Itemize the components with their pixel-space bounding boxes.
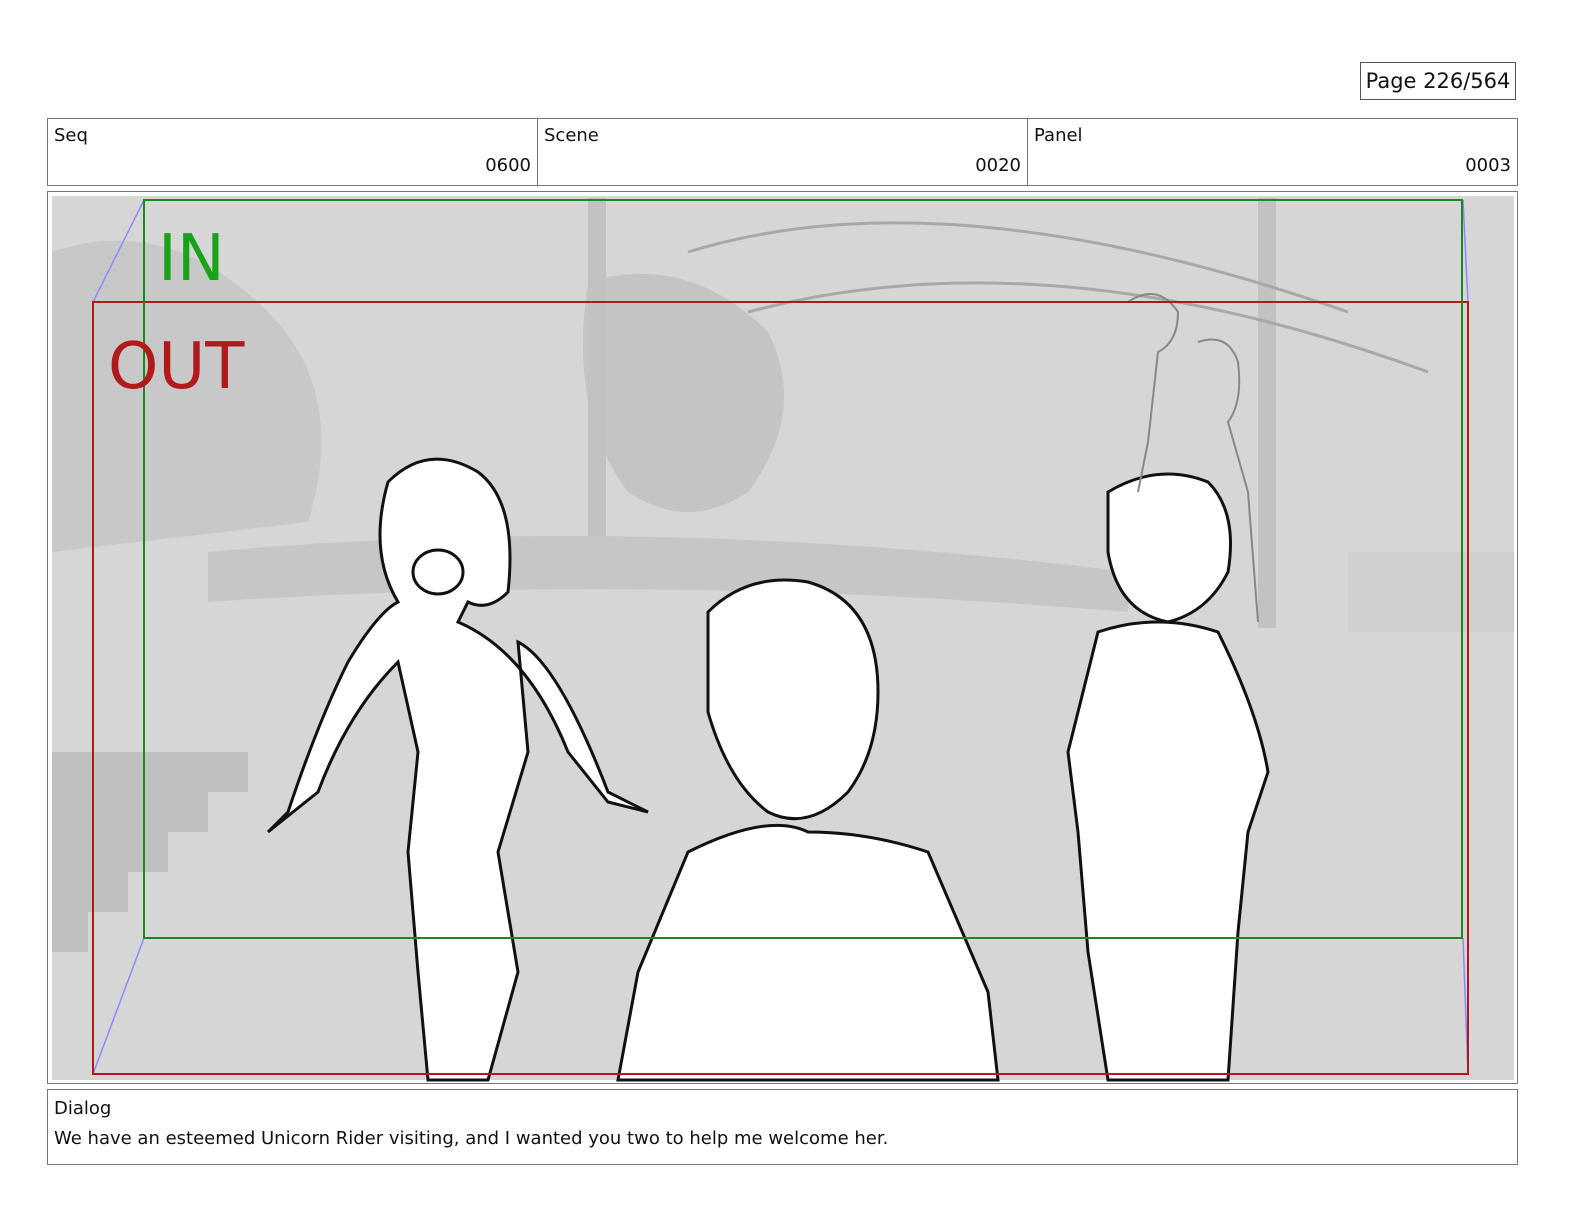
pillar-right bbox=[1258, 198, 1276, 628]
dialog-text: We have an esteemed Unicorn Rider visiti… bbox=[54, 1128, 889, 1149]
in-label: IN bbox=[158, 222, 225, 296]
storyboard-drawing: IN OUT bbox=[52, 196, 1514, 1082]
dialog-label: Dialog bbox=[54, 1098, 112, 1119]
dialog-box: Dialog We have an esteemed Unicorn Rider… bbox=[47, 1089, 1518, 1165]
scene-value: 0020 bbox=[975, 155, 1021, 176]
scene-cell: Scene 0020 bbox=[538, 119, 1028, 185]
panel-cell: Panel 0003 bbox=[1028, 119, 1517, 185]
pillar-left bbox=[588, 198, 606, 548]
seq-label: Seq bbox=[54, 125, 88, 146]
seq-value: 0600 bbox=[485, 155, 531, 176]
panel-value: 0003 bbox=[1465, 155, 1511, 176]
storyboard-frame: IN OUT bbox=[47, 191, 1518, 1084]
out-label: OUT bbox=[108, 330, 245, 404]
seq-cell: Seq 0600 bbox=[48, 119, 538, 185]
scene-label: Scene bbox=[544, 125, 599, 146]
panel-header: Seq 0600 Scene 0020 Panel 0003 bbox=[47, 118, 1518, 186]
pedestal-right bbox=[1348, 552, 1514, 632]
page-number: Page 226/564 bbox=[1360, 62, 1516, 100]
panel-label: Panel bbox=[1034, 125, 1083, 146]
